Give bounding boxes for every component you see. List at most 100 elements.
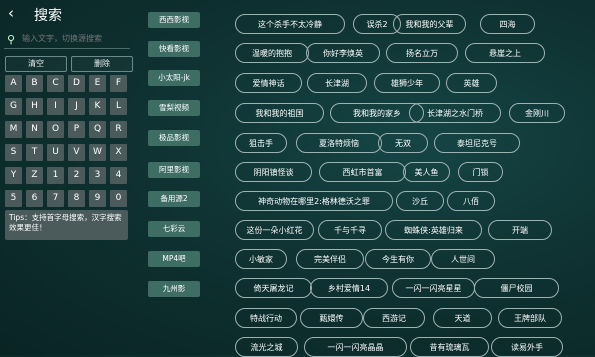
key-u[interactable]: U (47, 144, 64, 161)
result-item[interactable]: 一闪一闪亮星星 (392, 278, 475, 298)
page-title: 搜索 (34, 8, 62, 24)
key-q[interactable]: Q (89, 121, 106, 138)
key-t[interactable]: T (26, 144, 43, 161)
result-item[interactable]: 这个杀手不太冷静 (235, 14, 345, 34)
result-item[interactable]: 阴阳镇怪谈 (235, 162, 312, 182)
key-n[interactable]: N (26, 121, 43, 138)
key-4[interactable]: 4 (110, 167, 127, 184)
key-c[interactable]: C (47, 75, 64, 92)
result-item[interactable]: 八佰 (447, 191, 495, 211)
key-p[interactable]: P (68, 121, 85, 138)
search-icon: ⚲ (7, 33, 16, 46)
result-item[interactable]: 西游记 (363, 308, 425, 328)
result-item[interactable]: 我和我的父辈 (393, 14, 466, 34)
result-item[interactable]: 美人鱼 (403, 162, 450, 182)
result-item[interactable]: 门锁 (458, 162, 503, 182)
result-item[interactable]: 天道 (433, 308, 492, 328)
key-g[interactable]: G (5, 98, 22, 115)
result-item[interactable]: 一闪一闪亮晶晶 (304, 337, 407, 357)
key-j[interactable]: J (68, 98, 85, 115)
key-b[interactable]: B (26, 75, 43, 92)
result-item[interactable]: 泰坦尼克号 (434, 133, 520, 153)
key-o[interactable]: O (47, 121, 64, 138)
key-i[interactable]: I (47, 98, 64, 115)
key-a[interactable]: A (5, 75, 22, 92)
key-f[interactable]: F (110, 75, 127, 92)
result-item[interactable]: 英雄 (446, 73, 497, 93)
clear-button[interactable]: 清空 (5, 56, 67, 72)
key-h[interactable]: H (26, 98, 43, 115)
source-item[interactable]: 小太阳-jk (148, 70, 200, 86)
key-9[interactable]: 9 (89, 190, 106, 207)
result-item[interactable]: 这份一朵小红花 (235, 220, 314, 240)
key-7[interactable]: 7 (47, 190, 64, 207)
key-1[interactable]: 1 (47, 167, 64, 184)
key-m[interactable]: M (5, 121, 22, 138)
result-item[interactable]: 流光之城 (235, 337, 298, 357)
key-r[interactable]: R (110, 121, 127, 138)
result-item[interactable]: 我和我的祖国 (235, 103, 324, 123)
tips-text: Tips：支持首字母搜索，汉字搜索效果更佳！ (5, 210, 128, 240)
key-s[interactable]: S (5, 144, 22, 161)
result-item[interactable]: 开端 (488, 220, 552, 240)
source-item[interactable]: 极品影视 (148, 130, 200, 146)
key-v[interactable]: V (68, 144, 85, 161)
key-x[interactable]: X (110, 144, 127, 161)
result-item[interactable]: 你好李焕英 (306, 43, 380, 63)
source-item[interactable]: MP4吧 (148, 251, 200, 267)
key-2[interactable]: 2 (68, 167, 85, 184)
result-item[interactable]: 无双 (378, 133, 428, 153)
result-item[interactable]: 神奇动物在哪里2:格林德沃之罪 (235, 191, 393, 211)
result-item[interactable]: 蜘蛛侠:英雄归来 (385, 220, 482, 240)
result-item[interactable]: 僵尸校园 (474, 278, 559, 298)
source-item[interactable]: 快看影视 (148, 41, 200, 57)
back-arrow-icon[interactable]: ‹ (8, 6, 14, 21)
result-item[interactable]: 长津湖 (307, 73, 367, 93)
result-item[interactable]: 读易外手 (491, 337, 563, 357)
search-input[interactable] (22, 34, 130, 43)
source-item[interactable]: 阿里影视 (148, 162, 200, 178)
result-item[interactable]: 长津湖之水门桥 (409, 103, 501, 123)
result-item[interactable]: 今生有你 (365, 249, 431, 269)
key-y[interactable]: Y (5, 167, 22, 184)
key-z[interactable]: Z (26, 167, 43, 184)
result-item[interactable]: 倚天屠龙记 (235, 278, 312, 298)
search-bar[interactable]: ⚲ (4, 32, 130, 49)
key-l[interactable]: L (110, 98, 127, 115)
result-item[interactable]: 夏洛特烦恼 (296, 133, 382, 153)
key-6[interactable]: 6 (26, 190, 43, 207)
source-item[interactable]: 七彩云 (148, 221, 200, 237)
key-e[interactable]: E (89, 75, 106, 92)
result-item[interactable]: 西虹市首富 (319, 162, 406, 182)
result-item[interactable]: 温暖的抱抱 (235, 43, 309, 63)
source-item[interactable]: 备用源2 (148, 191, 200, 207)
result-item[interactable]: 雄狮少年 (374, 73, 440, 93)
source-item[interactable]: 雪梨视频 (148, 100, 200, 116)
result-item[interactable]: 甄嬛传 (300, 308, 363, 328)
result-item[interactable]: 扬名立万 (386, 43, 458, 63)
result-item[interactable]: 完美伴侣 (296, 249, 364, 269)
key-0[interactable]: 0 (110, 190, 127, 207)
result-item[interactable]: 小敏家 (235, 249, 287, 269)
result-item[interactable]: 人世间 (431, 249, 495, 269)
key-w[interactable]: W (89, 144, 106, 161)
delete-button[interactable]: 删除 (71, 56, 133, 72)
result-item[interactable]: 沙丘 (396, 191, 444, 211)
key-5[interactable]: 5 (5, 190, 22, 207)
result-item[interactable]: 千与千寻 (318, 220, 382, 240)
result-item[interactable]: 金刚川 (509, 103, 565, 123)
result-item[interactable]: 爱情神话 (235, 73, 302, 93)
result-item[interactable]: 特战行动 (235, 308, 297, 328)
result-item[interactable]: 悬崖之上 (465, 43, 545, 63)
source-item[interactable]: 九州影 (148, 281, 200, 297)
result-item[interactable]: 狙击手 (235, 133, 287, 153)
source-item[interactable]: 西西影视 (148, 12, 200, 28)
key-3[interactable]: 3 (89, 167, 106, 184)
key-d[interactable]: D (68, 75, 85, 92)
key-k[interactable]: K (89, 98, 106, 115)
result-item[interactable]: 昔有琉璃瓦 (410, 337, 489, 357)
result-item[interactable]: 王牌部队 (498, 308, 562, 328)
result-item[interactable]: 乡村爱情14 (310, 278, 388, 298)
result-item[interactable]: 四海 (480, 14, 535, 34)
key-8[interactable]: 8 (68, 190, 85, 207)
